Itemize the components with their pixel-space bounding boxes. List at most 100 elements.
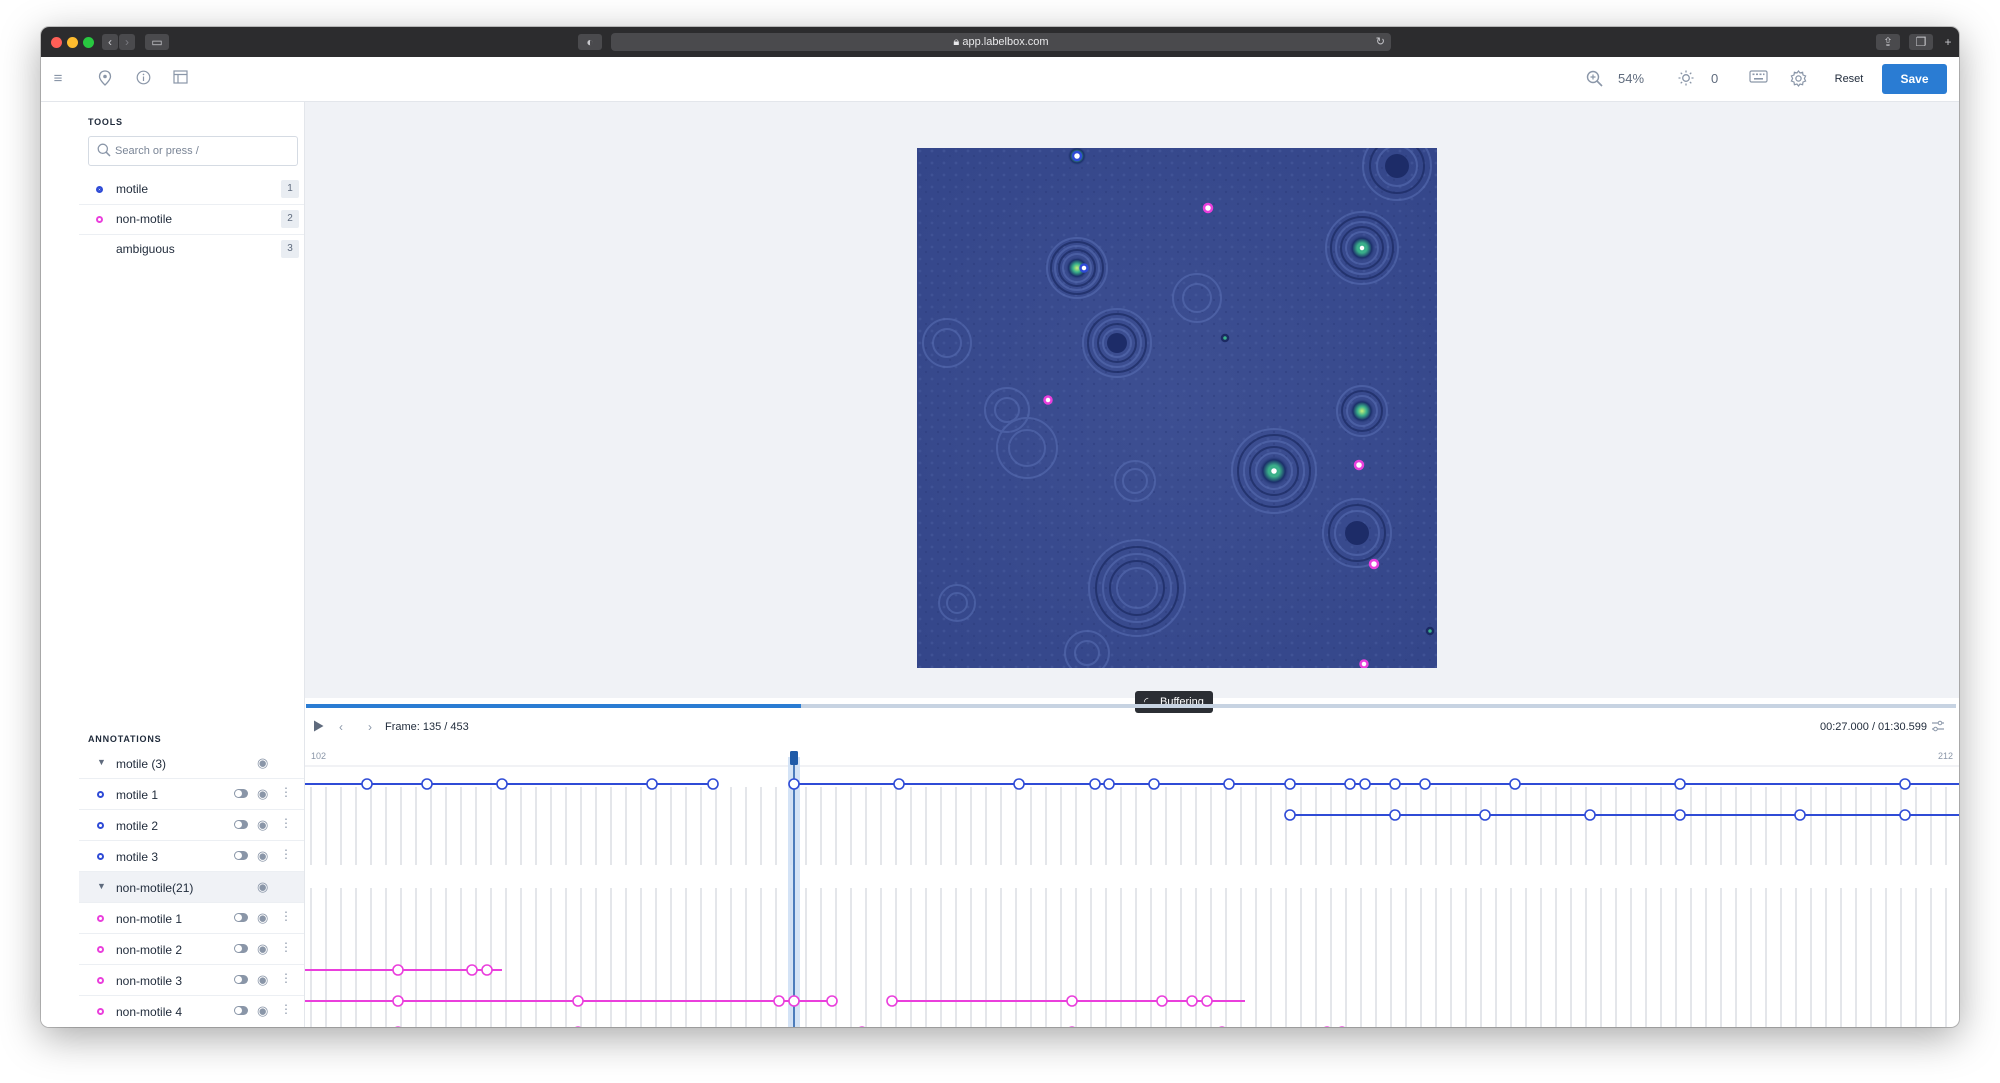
non-motile-marker[interactable] (1353, 459, 1365, 471)
more-options-icon[interactable]: ⋮ (280, 909, 292, 923)
non-motile-marker[interactable] (1202, 202, 1214, 214)
keyframe-marker[interactable] (1389, 809, 1401, 821)
particle-marker[interactable] (1220, 333, 1230, 343)
non-motile-marker[interactable] (1368, 558, 1380, 570)
keyframe-marker[interactable] (1201, 995, 1213, 1007)
non-motile-marker[interactable] (1043, 395, 1053, 405)
annotation-group-motile[interactable]: ▼ motile (3) ◉ (79, 748, 304, 779)
keyframe-marker[interactable] (707, 778, 719, 790)
keyframe-marker[interactable] (481, 964, 493, 976)
keyframe-marker[interactable] (466, 964, 478, 976)
shield-icon[interactable]: ◐ (578, 34, 602, 50)
motile-marker[interactable] (1079, 263, 1089, 273)
keyframe-marker[interactable] (1284, 809, 1296, 821)
keyframe-marker[interactable] (1013, 778, 1025, 790)
more-options-icon[interactable]: ⋮ (280, 1002, 292, 1016)
keyframe-marker[interactable] (788, 778, 800, 790)
eye-icon[interactable]: ◉ (257, 755, 268, 771)
keyframe-marker[interactable] (1899, 809, 1911, 821)
settings-icon[interactable] (1789, 70, 1807, 88)
menu-icon[interactable]: ≡ (49, 70, 67, 88)
video-progress-bar[interactable] (306, 704, 1956, 708)
tool-item-motile[interactable]: motile 1 (79, 174, 304, 205)
more-options-icon[interactable]: ⋮ (280, 847, 292, 861)
keyframe-marker[interactable] (1509, 778, 1521, 790)
keyframe-marker[interactable] (1584, 809, 1596, 821)
minimize-window-button[interactable] (67, 37, 78, 48)
back-icon[interactable]: ‹ (102, 34, 118, 50)
keyframe-marker[interactable] (1148, 778, 1160, 790)
keyframe-marker[interactable] (893, 778, 905, 790)
keyframe-marker[interactable] (1794, 809, 1806, 821)
reload-icon[interactable]: ↻ (1376, 33, 1385, 51)
keyframe-marker[interactable] (1359, 778, 1371, 790)
annotation-item[interactable]: non-motile 2 ◉ ⋮ (79, 934, 304, 965)
labeling-canvas[interactable]: ◜ Buffering (305, 102, 1959, 713)
keyframe-marker[interactable] (1479, 809, 1491, 821)
keyframe-toggle[interactable] (234, 789, 248, 798)
keyframe-marker[interactable] (1103, 778, 1115, 790)
eye-icon[interactable]: ◉ (257, 1003, 268, 1019)
keyframe-marker[interactable] (646, 778, 658, 790)
keyframe-toggle[interactable] (234, 913, 248, 922)
search-input[interactable] (115, 137, 290, 165)
forward-icon[interactable]: › (119, 34, 135, 50)
save-button[interactable]: Save (1882, 64, 1947, 94)
maximize-window-button[interactable] (83, 37, 94, 48)
keyframe-marker[interactable] (392, 995, 404, 1007)
particle-marker[interactable] (1425, 626, 1435, 636)
timeline-settings-icon[interactable] (1931, 720, 1945, 735)
close-window-button[interactable] (51, 37, 62, 48)
eye-icon[interactable]: ◉ (257, 910, 268, 926)
keyframe-toggle[interactable] (234, 944, 248, 953)
keyframe-marker[interactable] (1089, 778, 1101, 790)
keyframe-marker[interactable] (421, 778, 433, 790)
tool-item-ambiguous[interactable]: ambiguous 3 (79, 234, 304, 264)
keyframe-marker[interactable] (1389, 778, 1401, 790)
more-options-icon[interactable]: ⋮ (280, 971, 292, 985)
eye-icon[interactable]: ◉ (257, 848, 268, 864)
eye-icon[interactable]: ◉ (257, 972, 268, 988)
address-bar[interactable]: 🔒︎ app.labelbox.com ↻ (611, 33, 1391, 51)
brightness-icon[interactable] (1677, 70, 1695, 88)
keyframe-marker[interactable] (496, 778, 508, 790)
keyframe-marker[interactable] (361, 778, 373, 790)
non-motile-marker[interactable] (1359, 659, 1369, 668)
previous-frame-icon[interactable]: ‹ (339, 720, 343, 734)
zoom-icon[interactable] (1585, 70, 1603, 88)
more-options-icon[interactable]: ⋮ (280, 785, 292, 799)
new-tab-icon[interactable]: + (1941, 34, 1955, 50)
more-options-icon[interactable]: ⋮ (280, 940, 292, 954)
keyframe-marker[interactable] (1186, 995, 1198, 1007)
keyframe-toggle[interactable] (234, 975, 248, 984)
annotation-item[interactable]: motile 1 ◉ ⋮ (79, 779, 304, 810)
motile-marker[interactable] (1071, 150, 1083, 162)
annotation-item[interactable]: non-motile 3 ◉ ⋮ (79, 965, 304, 996)
keyframe-marker[interactable] (1674, 809, 1686, 821)
keyframe-marker[interactable] (1066, 995, 1078, 1007)
keyframe-marker[interactable] (392, 964, 404, 976)
keyframe-toggle[interactable] (234, 851, 248, 860)
reset-button[interactable]: Reset (1826, 66, 1872, 92)
annotation-item[interactable]: motile 2 ◉ ⋮ (79, 810, 304, 841)
eye-icon[interactable]: ◉ (257, 786, 268, 802)
keyframe-marker[interactable] (788, 995, 800, 1007)
keyframe-marker[interactable] (886, 995, 898, 1007)
info-icon[interactable] (134, 70, 152, 88)
next-frame-icon[interactable]: › (368, 720, 372, 734)
keyframe-marker[interactable] (572, 995, 584, 1007)
pin-icon[interactable] (96, 70, 114, 88)
keyframe-marker[interactable] (1344, 778, 1356, 790)
annotation-item[interactable]: non-motile 4 ◉ ⋮ (79, 996, 304, 1027)
tabs-icon[interactable]: ❐ (1909, 34, 1933, 50)
keyframe-toggle[interactable] (234, 820, 248, 829)
keyframe-toggle[interactable] (234, 1006, 248, 1015)
keyframe-marker[interactable] (1156, 995, 1168, 1007)
video-frame-image[interactable] (917, 148, 1437, 668)
eye-icon[interactable]: ◉ (257, 879, 268, 895)
layout-icon[interactable] (171, 70, 189, 88)
caret-down-icon[interactable]: ▼ (97, 881, 106, 891)
play-icon[interactable] (313, 720, 324, 735)
keyframe-marker[interactable] (1899, 778, 1911, 790)
more-options-icon[interactable]: ⋮ (280, 816, 292, 830)
